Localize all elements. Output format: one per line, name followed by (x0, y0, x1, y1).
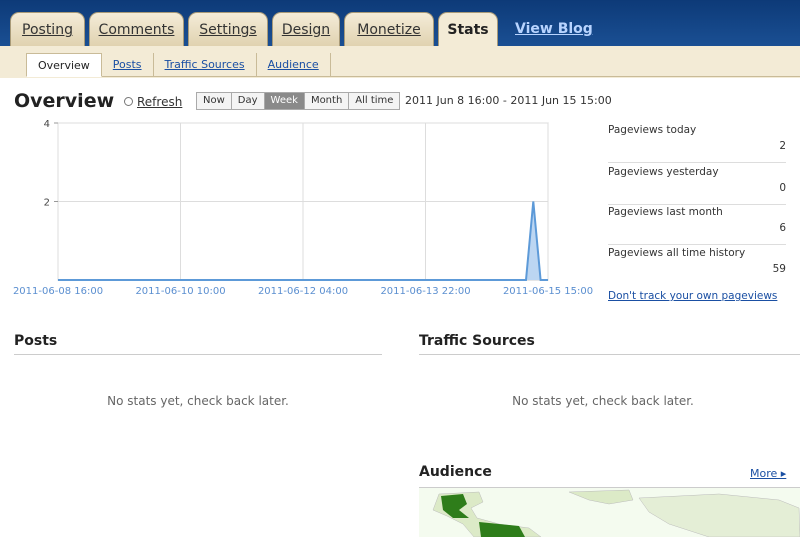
tab-comments[interactable]: Comments (89, 12, 184, 46)
y-tick-label: 4 (44, 119, 50, 130)
tab-posting[interactable]: Posting (10, 12, 85, 46)
x-tick-label: 2011-06-15 15:00 (503, 286, 593, 297)
traffic-sources-title: Traffic Sources (419, 333, 535, 349)
x-tick-label: 2011-06-08 16:00 (13, 286, 103, 297)
page-title: Overview (14, 90, 115, 112)
pageviews-today-value: 2 (779, 140, 786, 152)
range-now-button[interactable]: Now (197, 93, 232, 109)
view-blog-link[interactable]: View Blog (515, 21, 593, 37)
pageviews-yesterday: Pageviews yesterday 0 (608, 166, 786, 205)
subtab-traffic-sources[interactable]: Traffic Sources (154, 53, 257, 76)
posts-empty-message: No stats yet, check back later. (107, 394, 289, 408)
pageviews-all-time-label: Pageviews all time history (608, 247, 746, 259)
subtab-audience[interactable]: Audience (257, 53, 331, 76)
pageviews-all-time-value: 59 (772, 263, 786, 275)
audience-world-map (419, 487, 800, 537)
x-tick-label: 2011-06-10 10:00 (135, 286, 225, 297)
posts-divider (14, 354, 382, 355)
subtab-posts[interactable]: Posts (102, 53, 154, 76)
tab-monetize[interactable]: Monetize (344, 12, 434, 46)
range-selector: Now Day Week Month All time (196, 92, 401, 110)
audience-title: Audience (419, 464, 492, 480)
pageviews-last-month-value: 6 (779, 222, 786, 234)
x-tick-label: 2011-06-12 04:00 (258, 286, 348, 297)
subtab-overview[interactable]: Overview (26, 53, 102, 77)
pageviews-last-month-label: Pageviews last month (608, 206, 723, 218)
refresh-icon (124, 97, 133, 106)
pageviews-last-month: Pageviews last month 6 (608, 206, 786, 245)
tab-stats[interactable]: Stats (438, 12, 498, 47)
dont-track-link[interactable]: Don't track your own pageviews (608, 290, 777, 302)
tab-design[interactable]: Design (272, 12, 340, 46)
audience-more-link[interactable]: More ▸ (750, 467, 786, 480)
pageviews-chart: 2 4 2011-06-08 16:00 2011-06-10 10:00 2011-0… (13, 119, 593, 297)
range-alltime-button[interactable]: All time (349, 93, 400, 109)
top-tab-bar: Posting Comments Settings Design Monetiz… (0, 0, 800, 47)
date-range: 2011 Jun 8 16:00 - 2011 Jun 15 15:00 (405, 94, 612, 107)
posts-title: Posts (14, 333, 58, 349)
x-tick-label: 2011-06-13 22:00 (380, 286, 470, 297)
pageviews-all-time: Pageviews all time history 59 (608, 247, 786, 285)
range-week-button[interactable]: Week (264, 93, 305, 109)
range-month-button[interactable]: Month (304, 93, 350, 109)
traffic-empty-message: No stats yet, check back later. (512, 394, 694, 408)
pageviews-today: Pageviews today 2 (608, 124, 786, 163)
range-day-button[interactable]: Day (231, 93, 265, 109)
pageviews-yesterday-label: Pageviews yesterday (608, 166, 719, 178)
pageviews-today-label: Pageviews today (608, 124, 697, 136)
refresh-label: Refresh (137, 95, 183, 109)
world-map-graphic (419, 488, 800, 537)
subtabs: Overview Posts Traffic Sources Audience (26, 53, 800, 77)
pageviews-yesterday-value: 0 (779, 182, 786, 194)
traffic-sources-divider (419, 354, 800, 355)
y-tick-label: 2 (44, 198, 50, 209)
tab-settings[interactable]: Settings (188, 12, 268, 46)
refresh-link[interactable]: Refresh (124, 95, 182, 109)
